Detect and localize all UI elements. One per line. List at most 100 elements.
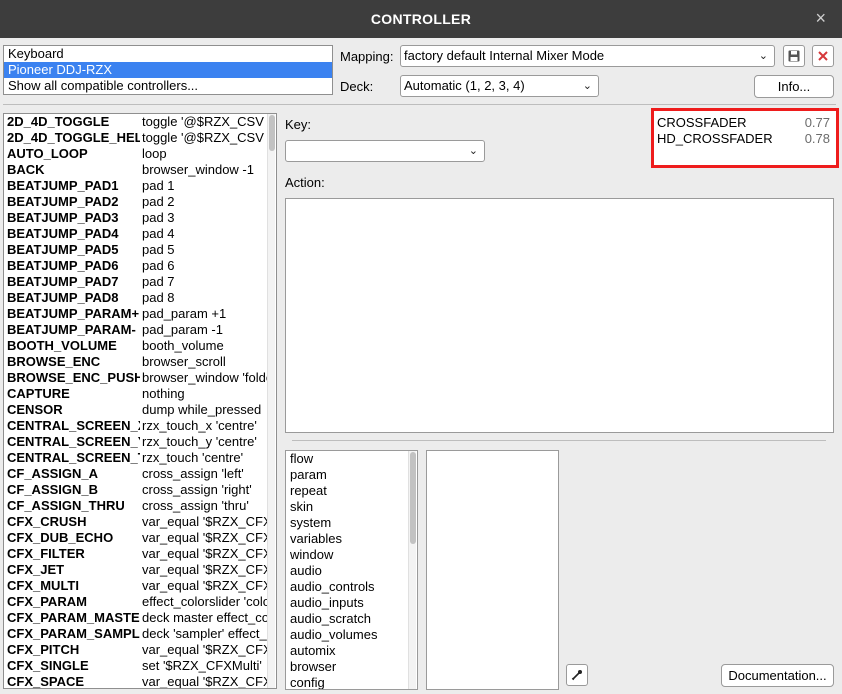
mapping-row[interactable]: CFX_PARAM_MASTERdeck master effect_color: [4, 610, 276, 626]
mapping-row[interactable]: CFX_SINGLE set '$RZX_CFXMulti': [4, 658, 276, 674]
mapping-key: BEATJUMP_PAD1: [7, 178, 119, 193]
mapping-row[interactable]: CF_ASSIGN_B cross_assign 'right': [4, 482, 276, 498]
mapping-key: CFX_PARAM_MASTER: [7, 610, 140, 625]
mapping-action: dump while_pressed: [142, 402, 262, 417]
mapping-key: CFX_FILTER: [7, 546, 85, 561]
mapping-row[interactable]: BOOTH_VOLUME booth_volume: [4, 338, 276, 354]
mapping-action: pad 7: [142, 274, 175, 289]
mapping-row[interactable]: CFX_PARAM_SAMPLERdeck 'sampler' effect_: [4, 626, 276, 642]
mapping-row[interactable]: CF_ASSIGN_A cross_assign 'left': [4, 466, 276, 482]
mapping-action: pad 2: [142, 194, 175, 209]
mapping-row[interactable]: CFX_FILTER var_equal '$RZX_CFX: [4, 546, 276, 562]
controller-item-pioneer-ddj-rzx[interactable]: Pioneer DDJ-RZX: [4, 62, 332, 78]
controller-list[interactable]: Keyboard Pioneer DDJ-RZX Show all compat…: [3, 45, 333, 95]
mapping-row[interactable]: BEATJUMP_PAD6 pad 6: [4, 258, 276, 274]
mapping-key: CENTRAL_SCREEN_Y: [7, 434, 140, 449]
key-select[interactable]: ⌄: [285, 140, 485, 162]
mapping-select[interactable]: factory default Internal Mixer Mode ⌄: [400, 45, 775, 67]
action-textarea[interactable]: [285, 198, 834, 433]
action-subcategory-list[interactable]: [426, 450, 559, 690]
mapping-row[interactable]: CFX_MULTI var_equal '$RZX_CFX: [4, 578, 276, 594]
deck-select[interactable]: Automatic (1, 2, 3, 4) ⌄: [400, 75, 599, 97]
mapping-row[interactable]: CFX_PITCH var_equal '$RZX_CFX: [4, 642, 276, 658]
floppy-disk-icon: [788, 50, 800, 62]
mapping-row[interactable]: BEATJUMP_PAD4 pad 4: [4, 226, 276, 242]
mapping-action: cross_assign 'thru': [142, 498, 249, 513]
controller-item-show-all[interactable]: Show all compatible controllers...: [4, 78, 332, 94]
mapping-key: CENSOR: [7, 402, 63, 417]
category-item[interactable]: automix: [286, 643, 417, 659]
key-label: Key:: [285, 117, 312, 132]
delete-mapping-button[interactable]: [812, 45, 834, 67]
mapping-key: BEATJUMP_PAD7: [7, 274, 119, 289]
mapping-row[interactable]: BEATJUMP_PAD1 pad 1: [4, 178, 276, 194]
mapping-key: BEATJUMP_PAD6: [7, 258, 119, 273]
category-item[interactable]: window: [286, 547, 417, 563]
delete-x-icon: [818, 51, 828, 61]
category-item[interactable]: param: [286, 467, 417, 483]
mapping-row[interactable]: CENTRAL_SCREEN_TOUCHrzx_touch 'centre': [4, 450, 276, 466]
mapping-key: CFX_SINGLE: [7, 658, 89, 673]
mapping-key: CF_ASSIGN_B: [7, 482, 99, 497]
save-mapping-button[interactable]: [783, 45, 805, 67]
mapping-row[interactable]: BEATJUMP_PAD5 pad 5: [4, 242, 276, 258]
crossfader-value: 0.77: [804, 115, 830, 130]
category-item[interactable]: repeat: [286, 483, 417, 499]
controller-item-keyboard[interactable]: Keyboard: [4, 46, 332, 62]
deck-value: Automatic (1, 2, 3, 4): [404, 78, 525, 93]
category-item[interactable]: config: [286, 675, 417, 689]
mapping-key: 2D_4D_TOGGLE: [7, 114, 110, 129]
mapping-row[interactable]: CAPTURE nothing: [4, 386, 276, 402]
mapping-row[interactable]: CFX_JET var_equal '$RZX_CFX: [4, 562, 276, 578]
mapping-row[interactable]: BROWSE_ENC_PUSH browser_window 'folder': [4, 370, 276, 386]
category-item[interactable]: audio: [286, 563, 417, 579]
mapping-row[interactable]: CFX_DUB_ECHO var_equal '$RZX_CFX: [4, 530, 276, 546]
category-item[interactable]: browser: [286, 659, 417, 675]
mapping-list-scrollbar[interactable]: [267, 114, 275, 688]
category-item[interactable]: audio_volumes: [286, 627, 417, 643]
documentation-button[interactable]: Documentation...: [721, 664, 834, 687]
category-item[interactable]: flow: [286, 451, 417, 467]
mapping-row[interactable]: BEATJUMP_PARAM-pad_param -1: [4, 322, 276, 338]
eyedropper-button[interactable]: [566, 664, 588, 686]
crossfader-name: CROSSFADER: [657, 115, 747, 130]
chevron-down-icon: ⌄: [582, 80, 592, 92]
mapping-row[interactable]: BROWSE_ENC browser_scroll: [4, 354, 276, 370]
category-item[interactable]: audio_scratch: [286, 611, 417, 627]
mapping-row[interactable]: BEATJUMP_PAD7 pad 7: [4, 274, 276, 290]
scrollbar-thumb[interactable]: [410, 452, 416, 544]
category-item[interactable]: audio_inputs: [286, 595, 417, 611]
mapping-row[interactable]: CENSOR dump while_pressed: [4, 402, 276, 418]
mapping-row[interactable]: BEATJUMP_PAD3 pad 3: [4, 210, 276, 226]
mapping-row[interactable]: CF_ASSIGN_THRU cross_assign 'thru': [4, 498, 276, 514]
mapping-row[interactable]: BEATJUMP_PARAM+ pad_param +1: [4, 306, 276, 322]
mapping-row[interactable]: 2D_4D_TOGGLE_HELD toggle '@$RZX_CSV: [4, 130, 276, 146]
crossfader-row: CROSSFADER 0.77: [654, 115, 836, 131]
category-item[interactable]: audio_controls: [286, 579, 417, 595]
mapping-list[interactable]: 2D_4D_TOGGLE toggle '@$RZX_CSV 2D_4D_TOGGL…: [3, 113, 277, 689]
close-icon[interactable]: ×: [815, 8, 826, 29]
mapping-row[interactable]: CENTRAL_SCREEN_X rzx_touch_x 'centre': [4, 418, 276, 434]
mapping-row[interactable]: CFX_SPACE var_equal '$RZX_CFX: [4, 674, 276, 688]
category-item[interactable]: variables: [286, 531, 417, 547]
mapping-key: CFX_PARAM_SAMPLER: [7, 626, 140, 641]
mapping-key: CAPTURE: [7, 386, 70, 401]
mapping-row[interactable]: CENTRAL_SCREEN_Y rzx_touch_y 'centre': [4, 434, 276, 450]
info-button[interactable]: Info...: [754, 75, 834, 98]
mapping-row[interactable]: BEATJUMP_PAD8 pad 8: [4, 290, 276, 306]
mapping-row[interactable]: AUTO_LOOP loop: [4, 146, 276, 162]
scrollbar-thumb[interactable]: [269, 115, 275, 151]
mapping-row[interactable]: 2D_4D_TOGGLE toggle '@$RZX_CSV: [4, 114, 276, 130]
mapping-row[interactable]: CFX_CRUSH var_equal '$RZX_CFX: [4, 514, 276, 530]
mapping-row[interactable]: BACK browser_window -1: [4, 162, 276, 178]
mapping-row[interactable]: CFX_PARAM effect_colorslider 'color: [4, 594, 276, 610]
action-category-list[interactable]: flow param repeat skin system variables window…: [285, 450, 418, 690]
mapping-action: deck 'sampler' effect_: [142, 626, 267, 641]
mapping-key: BROWSE_ENC_PUSH: [7, 370, 140, 385]
category-item[interactable]: skin: [286, 499, 417, 515]
mapping-row[interactable]: BEATJUMP_PAD2 pad 2: [4, 194, 276, 210]
mapping-action: var_equal '$RZX_CFX: [142, 642, 267, 657]
category-list-scrollbar[interactable]: [408, 451, 416, 689]
category-item[interactable]: system: [286, 515, 417, 531]
mapping-key: BEATJUMP_PARAM+: [7, 306, 140, 321]
